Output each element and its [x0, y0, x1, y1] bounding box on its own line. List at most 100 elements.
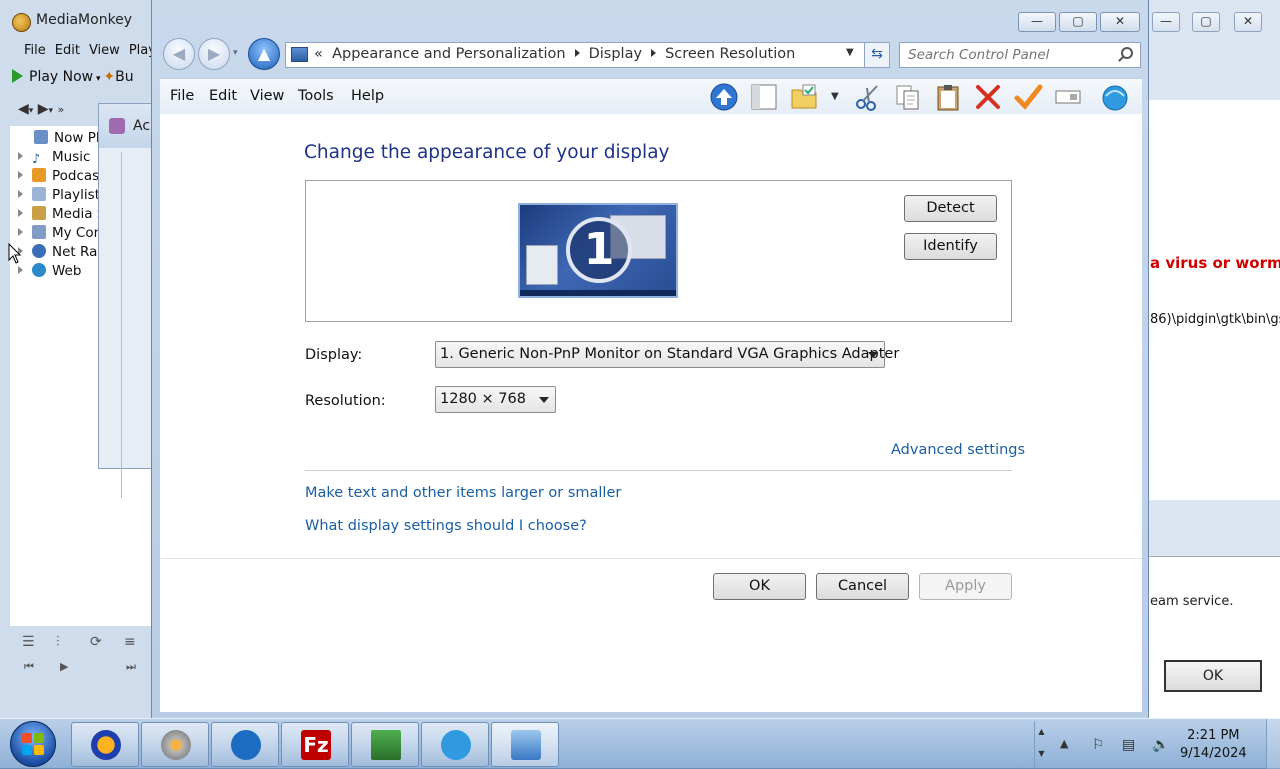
- taskbar-filezilla[interactable]: Fz: [281, 722, 349, 767]
- taskbar-media-player[interactable]: [141, 722, 209, 767]
- mm-nav-buttons[interactable]: ◀▾ ▶▾ »: [18, 101, 64, 117]
- list-icon[interactable]: ☰: [22, 634, 35, 650]
- mm-menu-file[interactable]: File: [24, 43, 46, 58]
- tree-item-net-radio[interactable]: Net Rac: [18, 244, 105, 262]
- forward-button[interactable]: ▶: [198, 38, 230, 70]
- tree-item-playlists[interactable]: Playlists: [18, 187, 107, 205]
- display-select[interactable]: 1. Generic Non-PnP Monitor on Standard V…: [435, 341, 899, 368]
- taskbar-shell-app[interactable]: [421, 722, 489, 767]
- properties-check-icon[interactable]: [1013, 82, 1045, 112]
- folder-options-icon[interactable]: [789, 82, 821, 112]
- up-folder-icon[interactable]: [709, 82, 741, 112]
- clock[interactable]: 2:21 PM 9/14/2024: [1180, 727, 1247, 763]
- mediamonkey-title: MediaMonkey: [36, 12, 133, 28]
- mediamonkey-menubar[interactable]: File Edit View Play: [24, 43, 165, 58]
- mediamonkey-logo-icon: [12, 13, 31, 32]
- playlist-toggle-icon[interactable]: ≡: [124, 634, 136, 650]
- paste-icon[interactable]: [933, 82, 965, 112]
- taskbar-sync-app[interactable]: [211, 722, 279, 767]
- forward-icon[interactable]: ▶: [38, 101, 49, 117]
- rename-icon[interactable]: [1053, 82, 1085, 112]
- breadcrumb: « Appearance and Personalization Display S…: [314, 46, 795, 62]
- recent-pages-dropdown[interactable]: ▾: [233, 48, 238, 58]
- address-bar[interactable]: « Appearance and Personalization Display S…: [285, 42, 865, 68]
- resolution-select[interactable]: 1280 × 768: [435, 386, 556, 413]
- minimize-button[interactable]: —: [1018, 12, 1056, 32]
- mm-play-now-button[interactable]: Play Now ▾ ✦Bu: [12, 69, 152, 91]
- delete-icon[interactable]: [973, 82, 1005, 112]
- tree-item-media-sync[interactable]: Media S: [18, 206, 105, 224]
- bg-close-button[interactable]: ✕: [1234, 12, 1262, 32]
- display-help-link[interactable]: What display settings should I choose?: [305, 518, 587, 534]
- view-options-dropdown[interactable]: ▼: [831, 91, 839, 102]
- tree-item-music[interactable]: ♪ Music: [18, 149, 90, 167]
- menu-edit[interactable]: Edit: [209, 88, 237, 104]
- taskbar-control-panel[interactable]: [491, 722, 559, 767]
- advanced-settings-link[interactable]: Advanced settings: [891, 442, 1025, 458]
- copy-icon[interactable]: [893, 82, 925, 112]
- search-box: [899, 42, 1141, 68]
- background-window-right: — ▢ ✕ a virus or worm 86)\pidgin\gtk\bin…: [1148, 0, 1280, 718]
- ok-button[interactable]: OK: [713, 573, 806, 600]
- tree-item-web[interactable]: Web: [18, 263, 81, 281]
- divider: [305, 470, 1012, 471]
- show-desktop-button[interactable]: [1266, 719, 1280, 769]
- breadcrumb-overflow[interactable]: «: [314, 46, 323, 62]
- show-hidden-icons-icon[interactable]: ▲: [1060, 737, 1076, 753]
- mm-menu-view[interactable]: View: [89, 43, 120, 58]
- previous-icon[interactable]: ⏮: [24, 660, 34, 674]
- back-icon[interactable]: ◀: [18, 101, 29, 117]
- menu-view[interactable]: View: [250, 88, 284, 104]
- apply-button[interactable]: Apply: [919, 573, 1012, 600]
- start-button[interactable]: [10, 721, 56, 767]
- next-icon[interactable]: ⏭: [126, 660, 136, 674]
- bg-maximize-button[interactable]: ▢: [1192, 12, 1220, 32]
- monitor-1-icon[interactable]: 1: [518, 203, 678, 298]
- computer-icon: [32, 225, 46, 239]
- page-title: Change the appearance of your display: [304, 142, 670, 163]
- action-center-icon[interactable]: ▤: [1122, 737, 1138, 753]
- audacity-icon: [91, 730, 121, 760]
- search-input[interactable]: [900, 43, 1116, 67]
- cancel-button[interactable]: Cancel: [816, 573, 909, 600]
- text-size-link[interactable]: Make text and other items larger or smal…: [305, 485, 621, 501]
- breadcrumb-screen-resolution[interactable]: Screen Resolution: [665, 46, 795, 62]
- identify-button[interactable]: Identify: [904, 233, 997, 260]
- taskbar-audacity[interactable]: [71, 722, 139, 767]
- bg-ok-button[interactable]: OK: [1164, 660, 1262, 692]
- preview-pane-icon[interactable]: [749, 82, 781, 112]
- tree-item-my-computer[interactable]: My Cor: [18, 225, 99, 243]
- refresh-button[interactable]: ⇆: [864, 42, 890, 68]
- taskbar-scroll[interactable]: ▲ ▼: [1034, 721, 1048, 767]
- maximize-button[interactable]: ▢: [1059, 12, 1097, 32]
- up-button[interactable]: ▲: [248, 38, 280, 70]
- mm-menu-edit[interactable]: Edit: [55, 43, 80, 58]
- menu-file[interactable]: File: [170, 88, 194, 104]
- detect-button[interactable]: Detect: [904, 195, 997, 222]
- tree-item-podcasts[interactable]: Podcas: [18, 168, 99, 186]
- back-button[interactable]: ◀: [163, 38, 195, 70]
- bg-minimize-button[interactable]: —: [1152, 12, 1180, 32]
- address-dropdown-icon[interactable]: ▼: [846, 47, 854, 58]
- tree-item-now-playing[interactable]: Now Pla: [34, 130, 108, 148]
- warning-text: a virus or worm: [1150, 254, 1280, 272]
- menu-tools[interactable]: Tools: [298, 88, 334, 104]
- volume-muted-icon[interactable]: 🔈: [1152, 737, 1169, 753]
- equalizer-icon[interactable]: ⫶: [56, 634, 60, 650]
- breadcrumb-display[interactable]: Display: [589, 46, 642, 62]
- search-icon[interactable]: [1121, 47, 1133, 59]
- menu-help[interactable]: Help: [351, 88, 384, 104]
- network-icon[interactable]: ⚐: [1092, 737, 1108, 753]
- windows-logo-icon: [22, 733, 44, 755]
- close-button[interactable]: ✕: [1100, 12, 1140, 32]
- repeat-icon[interactable]: ⟳: [90, 634, 102, 650]
- play-button-icon[interactable]: ▶: [60, 660, 68, 673]
- breadcrumb-appearance[interactable]: Appearance and Personalization: [332, 46, 566, 62]
- service-text: eam service.: [1150, 594, 1234, 609]
- taskbar-remote-desktop[interactable]: [351, 722, 419, 767]
- now-playing-icon: [34, 130, 48, 144]
- cut-icon[interactable]: [853, 82, 885, 112]
- shell-app-icon[interactable]: [1100, 82, 1132, 112]
- screen-resolution-window: — ▢ ✕ ◀ ▶ ▾ ▲ « Appearance and Personali…: [151, 0, 1149, 720]
- content-panel: Change the appearance of your display 1 …: [160, 114, 1142, 712]
